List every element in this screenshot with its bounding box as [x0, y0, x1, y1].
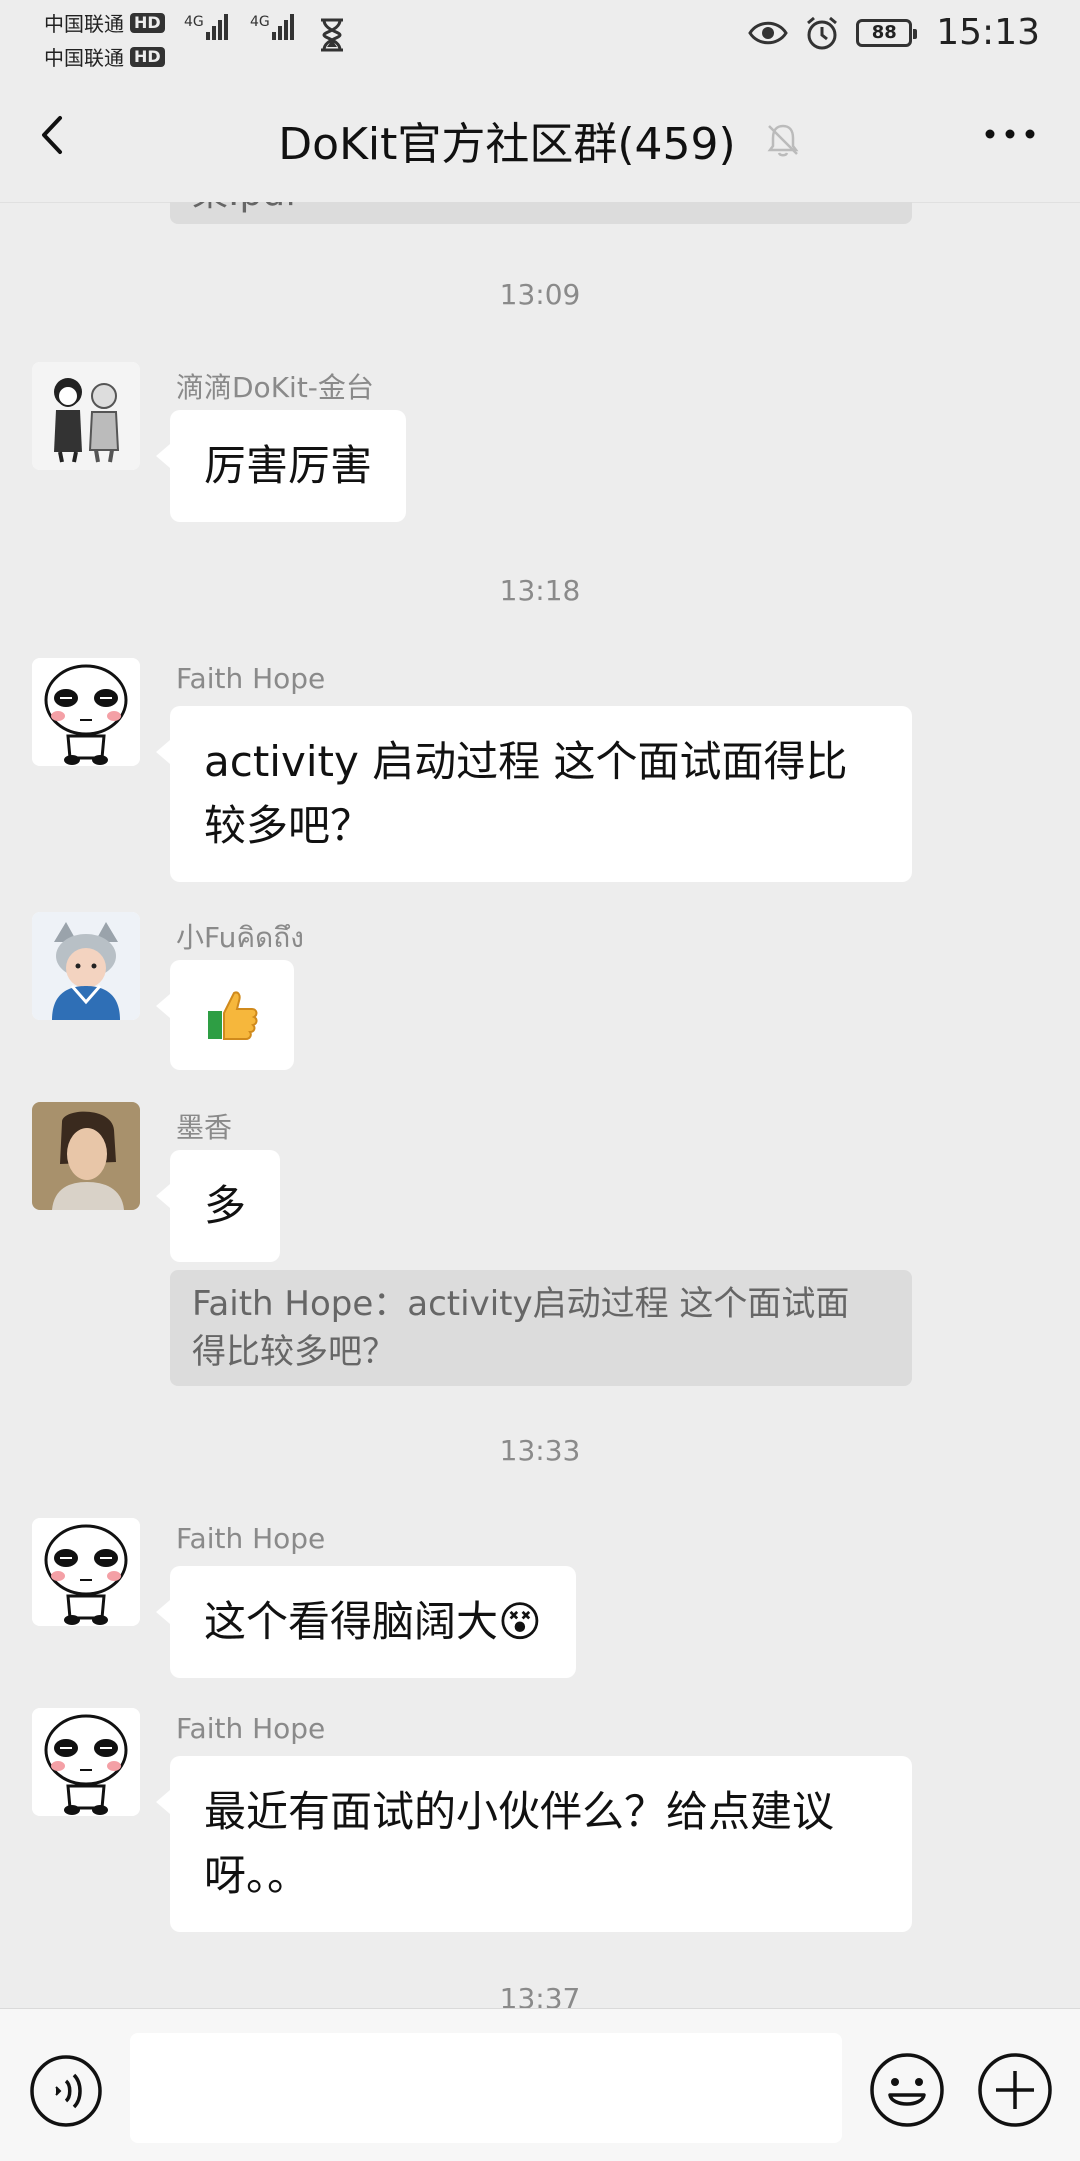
avatar[interactable] [32, 658, 140, 766]
sender-name: 滴滴DoKit-金台 [176, 371, 374, 404]
avatar[interactable] [32, 362, 140, 470]
avatar[interactable] [32, 1708, 140, 1816]
alarm-icon [807, 16, 838, 49]
hourglass-icon [321, 18, 343, 52]
mute-bell-icon [767, 124, 799, 157]
signal-icon: 4G [250, 14, 294, 40]
carrier-line-1: 中国联通 HD [44, 8, 165, 37]
status-bar: 中国联通 HD 中国联通 HD 4G 4G 88 15:13 [0, 0, 1080, 70]
signal-icon: 4G [184, 14, 228, 40]
input-bar [0, 2008, 1080, 2161]
timestamp: 13:18 [499, 574, 581, 607]
hd-badge: HD [130, 46, 165, 67]
clock: 15:13 [936, 12, 1040, 53]
sender-name: 小Fuคิดถึง [176, 921, 304, 954]
message-bubble[interactable]: 这个看得脑阔大😵 [156, 1566, 576, 1678]
avatar[interactable] [32, 1518, 140, 1626]
quoted-text-line: Faith Hope：activity启动过程 这个面试面 [192, 1284, 850, 1324]
message-text: 多 [204, 1181, 247, 1230]
timestamp: 13:37 [499, 1982, 581, 2008]
file-message-partial[interactable]: 某.pdf [170, 202, 912, 224]
carrier-line-2: 中国联通 HD [44, 42, 165, 71]
hd-badge: HD [130, 12, 165, 33]
plus-icon[interactable] [976, 2051, 1054, 2129]
sender-name: Faith Hope [176, 1522, 326, 1555]
message-text: 这个看得脑阔大😵 [204, 1597, 542, 1646]
message-bubble[interactable]: 最近有面试的小伙伴么？给点建议 呀。。 [156, 1756, 912, 1932]
battery-level: 88 [871, 22, 897, 43]
message-text: 厉害厉害 [204, 441, 373, 490]
network-type: 4G [250, 14, 270, 30]
panda-avatar-image [32, 1708, 140, 1816]
message-bubble[interactable]: 👍 [156, 960, 294, 1070]
thumbs-up-emoji-icon [208, 991, 258, 1040]
message-text-line: 最近有面试的小伙伴么？给点建议 [204, 1787, 835, 1836]
panda-avatar-image [32, 1518, 140, 1626]
sender-name: Faith Hope [176, 662, 326, 695]
message-text-line: activity 启动过程 这个面试面得比 [204, 737, 848, 786]
message-text-line: 较多吧？ [204, 801, 373, 850]
chat-list[interactable]: 某.pdf 13:09 滴滴DoKit-金台 厉害厉害 13:18 [0, 202, 1080, 2008]
timestamp: 13:09 [499, 278, 581, 311]
quoted-reply[interactable]: Faith Hope：activity启动过程 这个面试面 得比较多吧？ [170, 1270, 912, 1386]
carrier-name: 中国联通 [44, 12, 124, 36]
title-bar: DoKit官方社区群(459) [0, 70, 1080, 203]
emoji-icon[interactable] [868, 2051, 946, 2129]
avatar-image [32, 912, 140, 1020]
page-title-row: DoKit官方社区群(459) [0, 108, 1080, 172]
message-bubble[interactable]: 厉害厉害 [155, 410, 407, 522]
message-bubble[interactable]: 多 [155, 1150, 281, 1262]
avatar[interactable] [32, 1102, 140, 1210]
more-icon[interactable] [980, 114, 1040, 154]
avatar-image [32, 362, 140, 470]
quoted-text-line: 得比较多吧？ [192, 1332, 396, 1372]
avatar[interactable] [32, 912, 140, 1020]
page-title: DoKit官方社区群(459) [278, 119, 736, 170]
panda-avatar-image [32, 658, 140, 766]
message-input[interactable] [130, 2033, 842, 2143]
timestamp: 13:33 [499, 1434, 581, 1467]
sender-name: 墨香 [176, 1111, 233, 1144]
message-bubble[interactable]: activity 启动过程 这个面试面得比 较多吧？ [156, 706, 912, 882]
network-type: 4G [184, 14, 204, 30]
eye-icon [748, 21, 789, 44]
voice-input-icon[interactable] [28, 2053, 104, 2129]
sender-name: Faith Hope [176, 1712, 326, 1745]
battery-icon: 88 [856, 18, 918, 47]
message-text-line: 呀。。 [204, 1851, 310, 1900]
avatar-image [32, 1102, 140, 1210]
file-name: 某.pdf [192, 202, 298, 214]
carrier-name: 中国联通 [44, 46, 124, 70]
